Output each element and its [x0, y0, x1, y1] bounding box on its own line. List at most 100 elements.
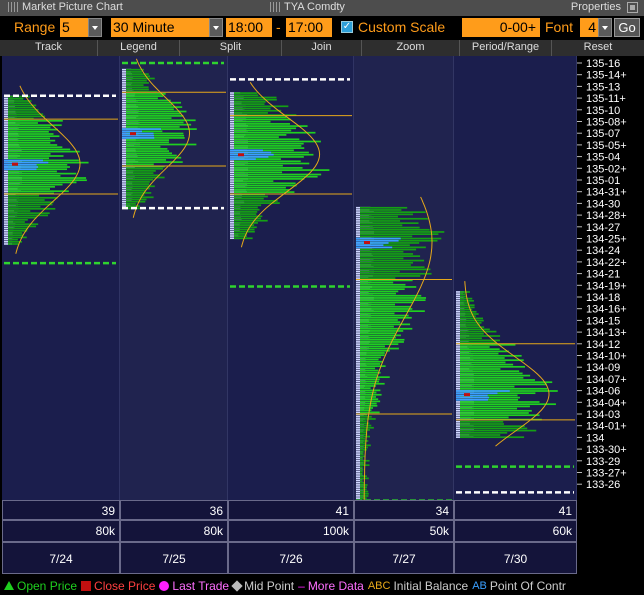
tpo-bar [460, 319, 484, 322]
legend-abc-icon: ABC [367, 579, 391, 592]
start-time-input[interactable]: 18:00 [226, 18, 272, 37]
tpo-bar [360, 387, 371, 390]
tpo-bar [360, 281, 394, 284]
tpo-bar [360, 453, 364, 456]
close-price-marker [364, 241, 370, 245]
tpo-bar [126, 159, 167, 161]
tpo-bar [126, 101, 182, 104]
market-profile-svg[interactable]: 135-16135-14+135-13135-11+135-10135-08+1… [0, 56, 644, 500]
tpo-bar [460, 372, 523, 375]
tpo-bar [360, 222, 419, 225]
join-button[interactable]: Join [282, 40, 362, 56]
session-date: 7/27 [392, 552, 416, 566]
tpo-bar [126, 150, 170, 152]
tpo-bar [234, 118, 291, 121]
tpo-bar [8, 201, 54, 204]
tpo-bar [126, 194, 145, 196]
tpo-bar [234, 101, 266, 103]
zoom-button[interactable]: Zoom [362, 40, 460, 56]
tpo-bar [460, 306, 475, 309]
tpo-bar [8, 108, 39, 111]
interval-dropdown-icon[interactable] [209, 18, 223, 37]
range-input[interactable]: 5 [60, 18, 88, 37]
axis-tick-label: 134-09 [586, 362, 620, 374]
split-button[interactable]: Split [180, 40, 282, 56]
axis-tick-label: 134-21 [586, 269, 620, 281]
axis-tick-label: 134-03 [586, 409, 620, 421]
stat-cell: 80k [2, 520, 120, 542]
range-label: Range [14, 19, 56, 35]
drag-grip-icon[interactable] [8, 2, 18, 12]
tpo-bar [126, 126, 180, 128]
track-button[interactable]: Track [0, 40, 98, 56]
tpo-bar [126, 196, 154, 199]
tpo-bar [234, 233, 248, 235]
axis-tick-label: 134-31+ [586, 187, 627, 199]
tpo-bar [234, 206, 258, 209]
tpo-bar [234, 228, 255, 231]
tpo-bar [126, 174, 161, 177]
properties-link[interactable]: Properties [571, 1, 621, 13]
poc-highlight [4, 159, 43, 162]
tpo-bar [460, 414, 540, 417]
tpo-bar [360, 294, 422, 297]
tpo-bar [460, 337, 482, 340]
session-date: 7/25 [162, 552, 186, 566]
poc-highlight [122, 128, 161, 130]
tpo-bar [360, 275, 421, 277]
tpo-bar [8, 115, 46, 118]
reset-button[interactable]: Reset [552, 40, 644, 56]
tpo-bar [234, 147, 305, 149]
tpo-bar [360, 323, 411, 326]
tpo-bar [460, 357, 505, 359]
tpo-bar [360, 325, 394, 328]
poc-highlight [122, 137, 155, 139]
tpo-bar [8, 133, 54, 135]
tpo-bar [234, 167, 303, 169]
poc-highlight [356, 244, 384, 247]
axis-tick-label: 134-01+ [586, 421, 627, 433]
close-price-marker [238, 153, 244, 157]
tpo-bar [460, 429, 537, 432]
scale-input[interactable]: 0-00+ [462, 18, 540, 37]
tpo-bar [126, 192, 152, 194]
legend-button[interactable]: Legend [98, 40, 180, 56]
tpo-bar [460, 350, 509, 353]
properties-icon[interactable] [627, 1, 638, 13]
tpo-bar [234, 186, 286, 189]
font-label: Font [545, 19, 574, 35]
period-range-button[interactable]: Period/Range [460, 40, 552, 56]
interval-select[interactable]: 30 Minute [111, 18, 209, 37]
session-count: 41 [335, 504, 349, 518]
stat-cell: 100k [228, 520, 354, 542]
session-date: 7/26 [279, 552, 303, 566]
tpo-bar [360, 415, 372, 418]
tpo-bar [8, 137, 50, 140]
range-dropdown-icon[interactable] [88, 18, 102, 37]
tpo-bar [234, 127, 297, 130]
session-volume: 80k [95, 524, 115, 538]
font-dropdown-icon[interactable] [598, 18, 612, 37]
font-input[interactable]: 4 [580, 18, 598, 37]
axis-tick-label: 134-18 [586, 292, 620, 304]
tpo-bar [360, 305, 411, 308]
tpo-bar [8, 229, 28, 232]
custom-scale-checkbox[interactable]: ✓ [341, 21, 353, 33]
tpo-bar [360, 446, 368, 449]
go-button[interactable]: Go [614, 18, 640, 37]
tpo-bar [360, 376, 390, 379]
tpo-bar [8, 174, 61, 177]
drag-grip-icon[interactable] [270, 2, 280, 12]
tpo-bar [460, 328, 490, 331]
axis-tick-label: 135-08+ [586, 117, 627, 129]
tpo-bar [360, 235, 413, 238]
poc-highlight [356, 242, 389, 244]
tpo-bar [8, 181, 77, 184]
end-time-input[interactable]: 17:00 [286, 18, 332, 37]
market-profile-chart[interactable]: 135-16 135-14+ 135-13 135-11+ 135-10 135-08+ 1… [0, 56, 644, 500]
tpo-bar [460, 310, 477, 313]
tpo-bar [126, 185, 155, 188]
tpo-bar [460, 416, 509, 419]
close-price-marker [12, 162, 18, 166]
tpo-bar [8, 185, 55, 188]
